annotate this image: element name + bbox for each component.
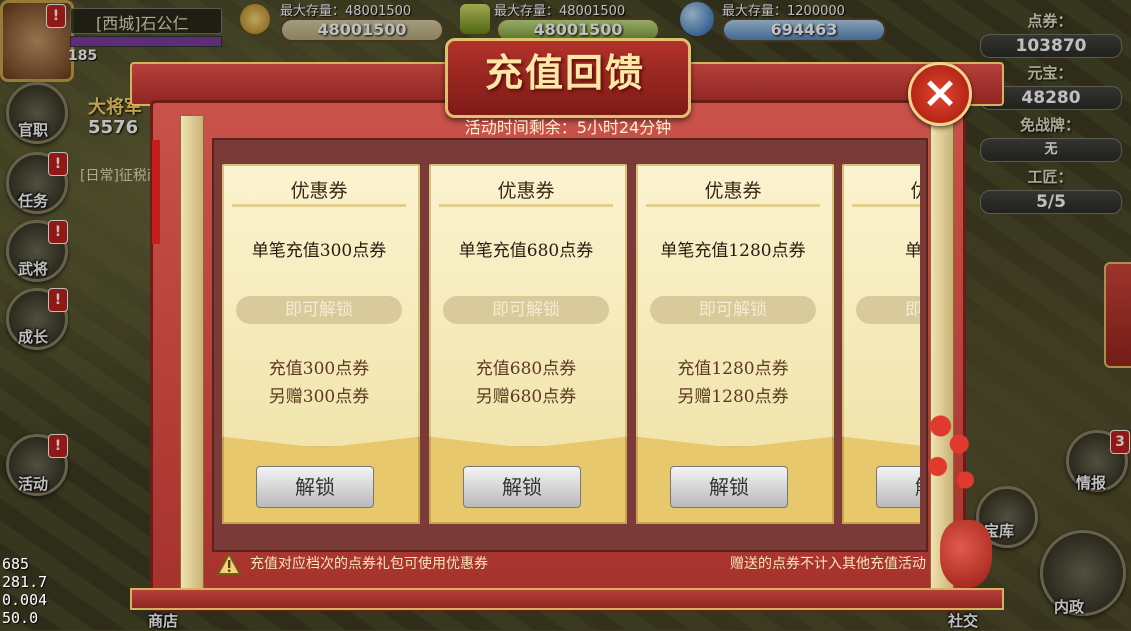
time-remaining: 活动时间剩余：5小时24分钟 [464,118,672,137]
card-bonus-line: 另赠 [842,382,920,407]
dialog-right-pillar [930,115,954,592]
card-recharge-line: 充值680点券 [475,359,577,379]
card-divider [646,204,820,207]
coupon-card-list[interactable]: 优惠券 单笔充值300点券 即可解锁 充值300点券 另赠300点券 解锁 优惠… [222,158,920,524]
card-unlock-hint: 即可解锁 [650,296,816,324]
unlock-button[interactable]: 解锁 [670,466,788,508]
card-bonus-line: 另赠300点券 [268,387,370,407]
unlock-button[interactable]: 解锁 [463,466,581,508]
debug-line: 50.0 [2,609,39,627]
debug-line: 281.7 [2,573,48,591]
close-icon: × [921,67,959,118]
coupon-card: 优惠券 单笔充值300点券 即可解锁 充值300点券 另赠300点券 解锁 [222,164,420,524]
lantern-tassel [152,140,160,244]
card-title: 优惠券 [704,180,762,202]
card-title: 优惠券 [497,180,555,202]
card-divider [852,204,920,207]
card-title: 优惠券 [290,180,348,202]
card-bonus-line: 另赠680点券 [475,387,577,407]
card-bonus-line: 另赠1280点券 [677,387,789,407]
plum-blossom-flowers [922,408,984,498]
note-right: 赠送的点券不计入其他充值活动 [730,556,926,572]
plum-blossom-vase [940,520,992,588]
card-condition: 单笔充值1280点券 [660,241,806,261]
debug-line: 0.004 [2,591,48,609]
card-unlock-hint: 即可解锁 [443,296,609,324]
debug-readout: 685 281.7 0.004 50.0 [2,555,47,627]
coupon-card: 优惠券 单笔充值 即可解锁 充值 另赠 解锁 [842,164,920,524]
card-unlock-hint: 即可解锁 [856,296,920,324]
note-left: 充值对应档次的点券礼包可使用优惠券 [250,556,488,572]
card-recharge-line: 充值 [842,354,920,379]
warning-icon [216,551,242,576]
card-recharge-line: 充值300点券 [268,359,370,379]
coupon-card: 优惠券 单笔充值680点券 即可解锁 充值680点券 另赠680点券 解锁 [429,164,627,524]
card-divider [232,204,406,207]
card-condition: 单笔充值680点券 [458,241,594,261]
card-title: 优惠券 [910,180,920,202]
unlock-button[interactable]: 解锁 [256,466,374,508]
card-condition: 单笔充值 [905,241,920,261]
coupon-card: 优惠券 单笔充值1280点券 即可解锁 充值1280点券 另赠1280点券 解锁 [636,164,834,524]
card-unlock-hint: 即可解锁 [236,296,402,324]
dialog-left-pillar [180,115,204,592]
unlock-button[interactable]: 解锁 [876,466,920,508]
dialog-bottom-beam [130,588,1004,610]
close-button[interactable]: × [908,62,972,126]
debug-line: 685 [2,555,30,573]
card-condition: 单笔充值300点券 [251,241,387,261]
dialog-title: 充值回馈 [484,51,645,95]
card-recharge-line: 充值1280点券 [677,359,789,379]
card-divider [439,204,613,207]
